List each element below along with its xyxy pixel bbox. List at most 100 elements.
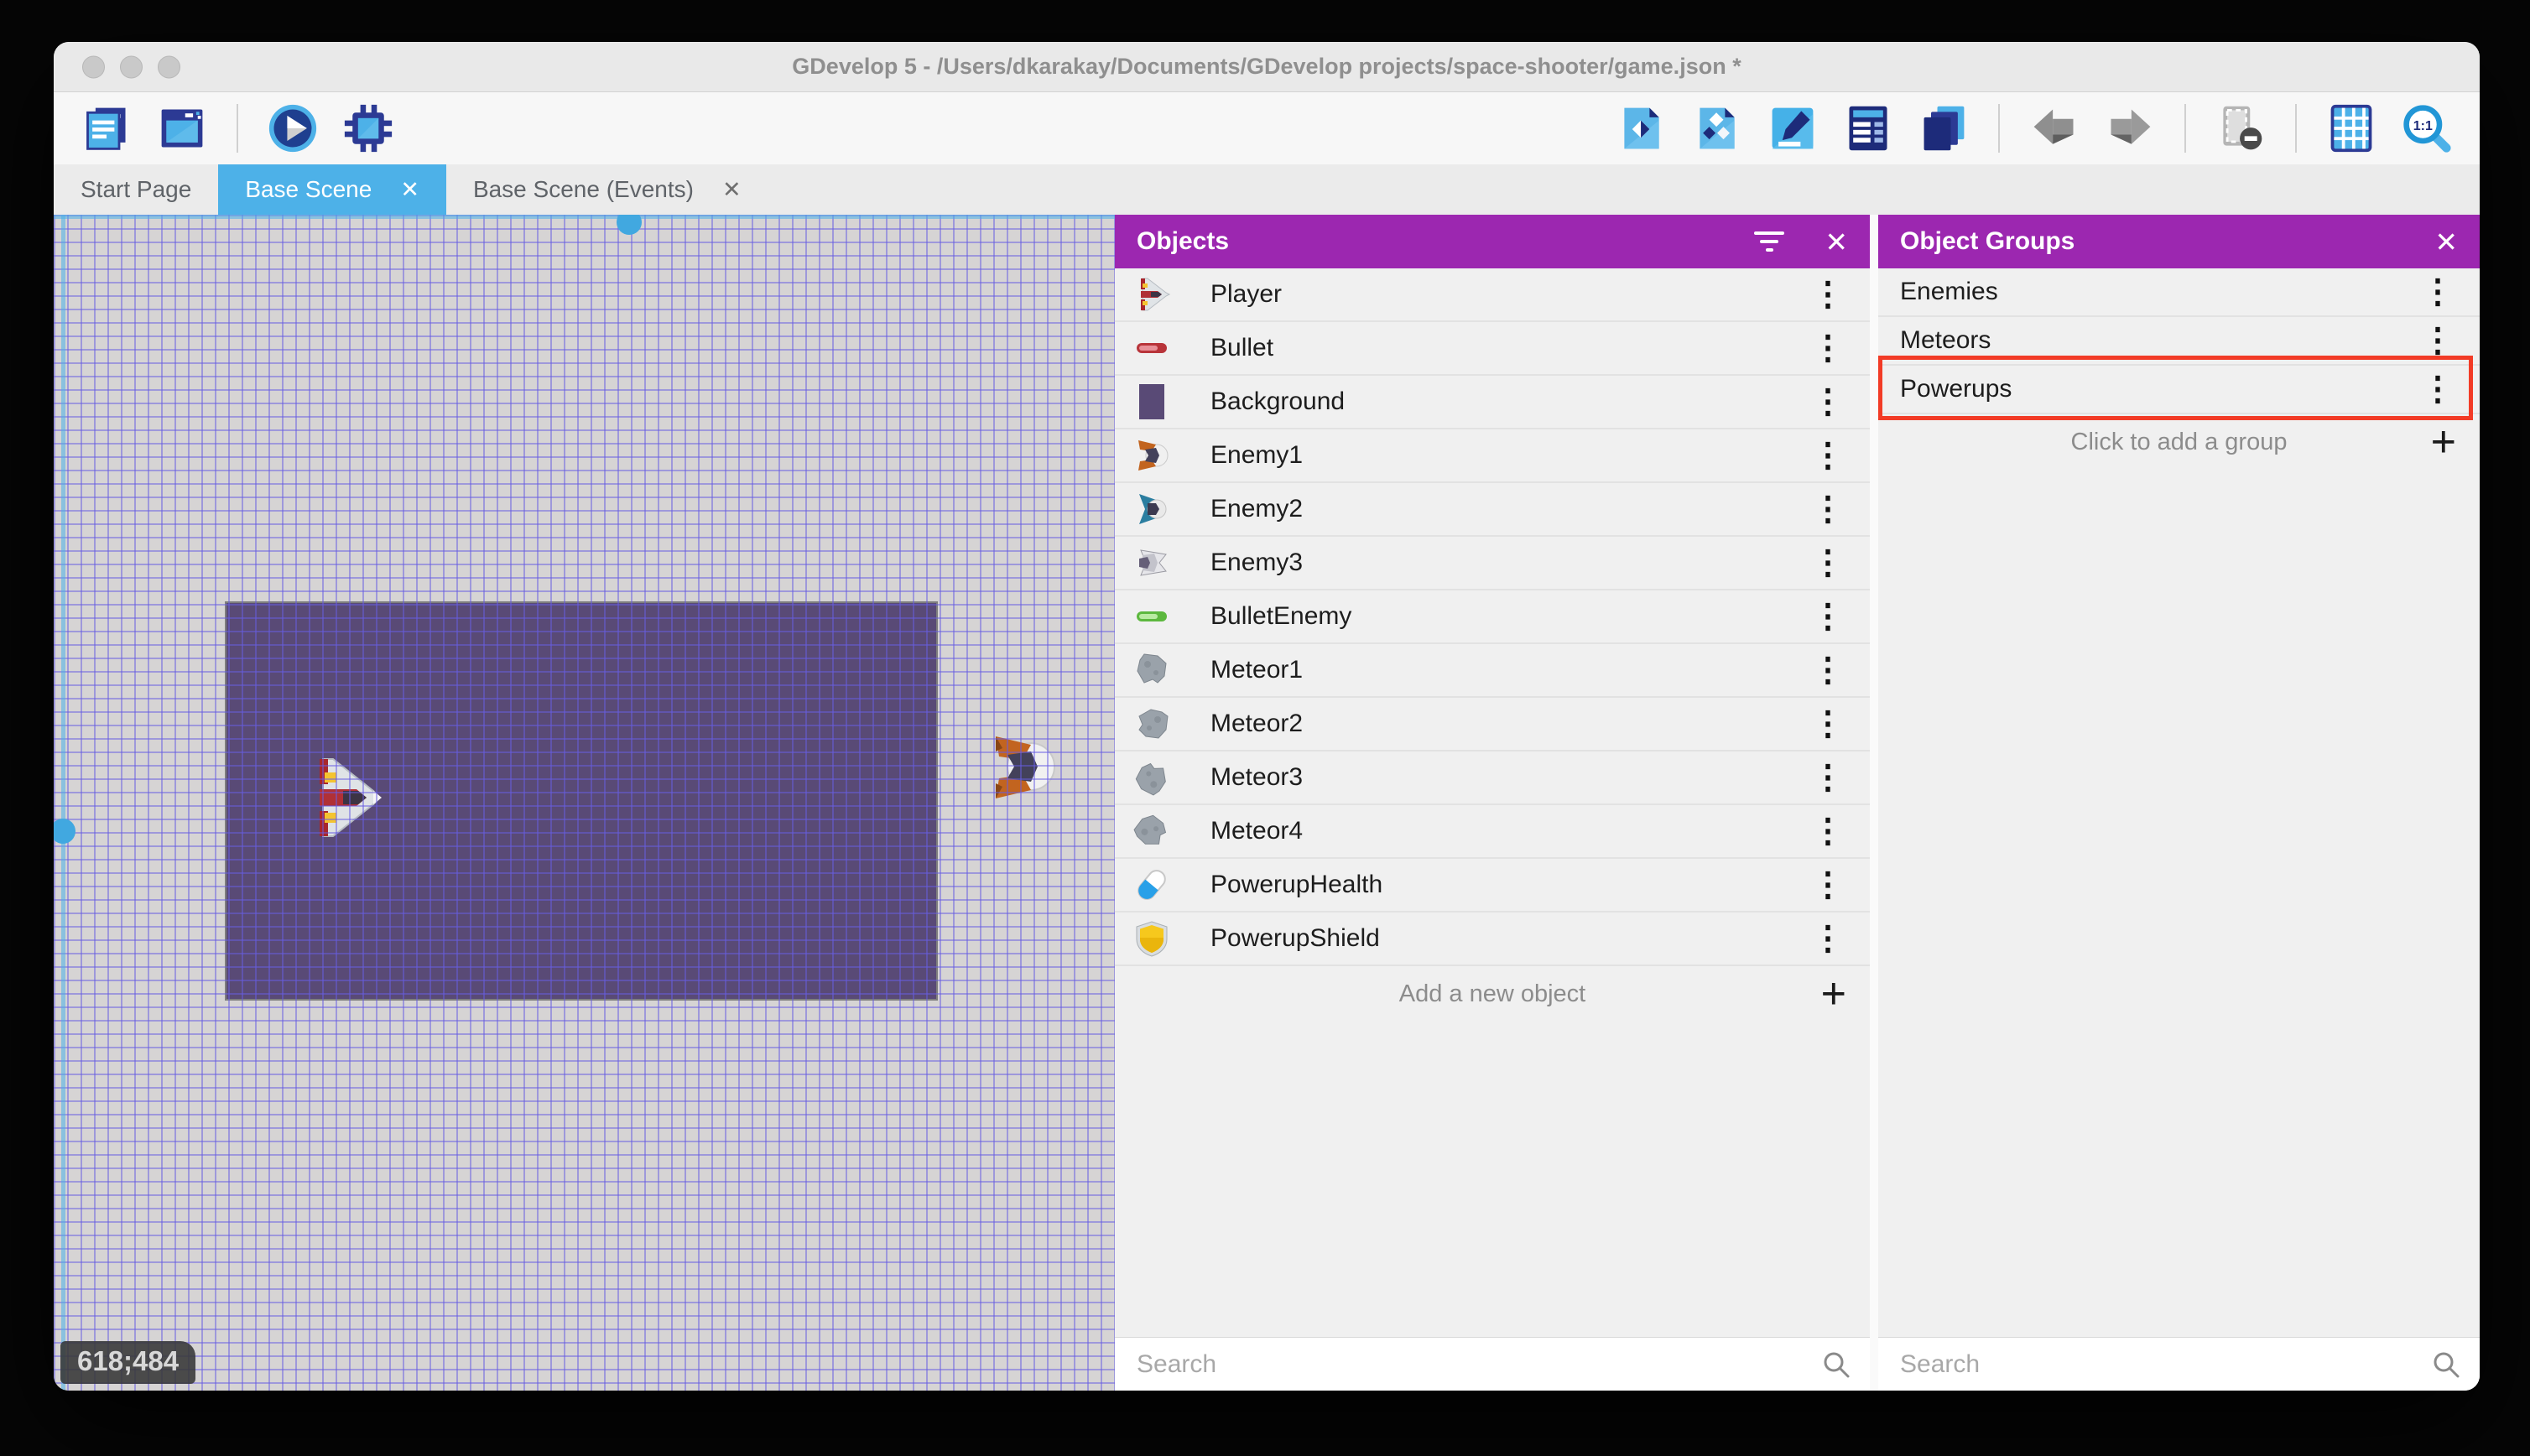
edit-scene-icon[interactable] [1765, 101, 1820, 156]
close-tab-icon[interactable]: ✕ [400, 177, 419, 203]
toolbar-divider [2295, 104, 2297, 153]
add-object-icon[interactable] [1614, 101, 1669, 156]
tab-label: Start Page [81, 176, 192, 202]
tabbar: Start Page Base Scene ✕ Base Scene (Even… [54, 164, 2480, 215]
add-object-button[interactable]: Add a new object + [1115, 966, 1870, 1022]
mask-icon[interactable] [2213, 101, 2268, 156]
search-icon [2431, 1349, 2461, 1380]
add-multiple-objects-icon[interactable] [1689, 101, 1745, 156]
object-name: Meteor2 [1210, 710, 1304, 737]
object-menu-dots-icon[interactable]: ⋮ [1803, 546, 1853, 580]
cursor-coordinates-badge: 618;484 [60, 1341, 196, 1384]
objects-panel-title: Objects [1137, 227, 1230, 255]
object-row-meteor4[interactable]: Meteor4 ⋮ [1115, 805, 1870, 859]
close-panel-icon[interactable]: ✕ [2434, 228, 2458, 256]
purple-rectangle-thumbnail [1132, 382, 1172, 422]
object-row-meteor3[interactable]: Meteor3 ⋮ [1115, 751, 1870, 805]
green-bullet-thumbnail [1132, 596, 1172, 637]
object-row-bulletenemy[interactable]: BulletEnemy ⋮ [1115, 590, 1870, 644]
group-menu-dots-icon[interactable]: ⋮ [2413, 275, 2463, 309]
object-menu-dots-icon[interactable]: ⋮ [1803, 707, 1853, 741]
close-panel-icon[interactable]: ✕ [1825, 228, 1848, 256]
object-row-enemy3[interactable]: Enemy3 ⋮ [1115, 537, 1870, 590]
layers-icon[interactable] [1916, 101, 1971, 156]
instances-list-icon[interactable] [1840, 101, 1896, 156]
object-row-poweruphealth[interactable]: PowerupHealth ⋮ [1115, 859, 1870, 913]
object-menu-dots-icon[interactable]: ⋮ [1803, 600, 1853, 633]
group-row-meteors[interactable]: Meteors ⋮ [1878, 317, 2480, 366]
grid-icon[interactable] [2324, 101, 2379, 156]
object-row-enemy2[interactable]: Enemy2 ⋮ [1115, 483, 1870, 537]
horizontal-scroll-thumb[interactable] [617, 215, 642, 235]
object-row-meteor1[interactable]: Meteor1 ⋮ [1115, 644, 1870, 698]
titlebar: GDevelop 5 - /Users/dkarakay/Documents/G… [54, 42, 2480, 92]
objects-panel-empty-area [1115, 1022, 1870, 1337]
objects-search-input[interactable] [1137, 1349, 1821, 1379]
toolbar-divider [2184, 104, 2186, 153]
object-menu-dots-icon[interactable]: ⋮ [1803, 492, 1853, 526]
object-row-background[interactable]: Background ⋮ [1115, 376, 1870, 429]
object-row-bullet[interactable]: Bullet ⋮ [1115, 322, 1870, 376]
groups-panel-header: Object Groups ✕ [1878, 215, 2480, 268]
search-icon [1821, 1349, 1851, 1380]
gray-enemy-ship-thumbnail [1132, 543, 1172, 583]
add-object-label: Add a new object [1398, 980, 1586, 1007]
toolbar-right-group: 1:1 [1614, 101, 2455, 156]
toolbar-divider [1998, 104, 2000, 153]
objects-search-bar [1115, 1337, 1870, 1391]
group-menu-dots-icon[interactable]: ⋮ [2413, 372, 2463, 406]
object-menu-dots-icon[interactable]: ⋮ [1803, 653, 1853, 687]
tab-label: Base Scene [245, 176, 372, 202]
scene-canvas[interactable]: 618;484 [54, 215, 1115, 1391]
meteor-rock-thumbnail [1132, 650, 1172, 690]
object-row-powerupshield[interactable]: PowerupShield ⋮ [1115, 913, 1870, 966]
close-tab-icon[interactable]: ✕ [722, 177, 742, 203]
undo-icon[interactable] [2027, 101, 2082, 156]
object-menu-dots-icon[interactable]: ⋮ [1803, 868, 1853, 902]
debug-icon[interactable] [341, 101, 396, 156]
object-row-player[interactable]: Player ⋮ [1115, 268, 1870, 322]
vertical-scroll-thumb[interactable] [54, 819, 75, 844]
player-ship-instance[interactable] [306, 756, 382, 840]
object-name: Meteor3 [1210, 763, 1304, 791]
object-name: Enemy1 [1210, 441, 1304, 469]
group-name: Meteors [1900, 326, 1991, 354]
red-bullet-thumbnail [1132, 328, 1172, 368]
object-menu-dots-icon[interactable]: ⋮ [1803, 814, 1853, 848]
object-row-meteor2[interactable]: Meteor2 ⋮ [1115, 698, 1870, 751]
object-menu-dots-icon[interactable]: ⋮ [1803, 278, 1853, 311]
player-ship-thumbnail [1132, 274, 1172, 315]
scene-window-icon[interactable] [154, 101, 210, 156]
tab-base-scene[interactable]: Base Scene ✕ [218, 164, 446, 215]
filter-icon[interactable] [1754, 231, 1785, 252]
object-menu-dots-icon[interactable]: ⋮ [1803, 922, 1853, 955]
group-row-enemies[interactable]: Enemies ⋮ [1878, 268, 2480, 317]
group-row-powerups[interactable]: Powerups ⋮ [1878, 356, 2480, 420]
tab-start-page[interactable]: Start Page [54, 164, 218, 215]
horizontal-scrollbar[interactable] [54, 215, 1115, 235]
play-icon[interactable] [265, 101, 320, 156]
enemy-ship-instance[interactable] [986, 731, 1056, 803]
zoom-1-1-icon[interactable]: 1:1 [2399, 101, 2455, 156]
object-name: BulletEnemy [1210, 602, 1352, 630]
object-menu-dots-icon[interactable]: ⋮ [1803, 439, 1853, 472]
object-menu-dots-icon[interactable]: ⋮ [1803, 385, 1853, 419]
tab-base-scene-events[interactable]: Base Scene (Events) ✕ [446, 164, 768, 215]
groups-search-input[interactable] [1900, 1349, 2431, 1379]
object-menu-dots-icon[interactable]: ⋮ [1803, 331, 1853, 365]
object-menu-dots-icon[interactable]: ⋮ [1803, 761, 1853, 794]
groups-list: Enemies ⋮ Meteors ⋮ Powerups ⋮ Click to … [1878, 268, 2480, 470]
redo-icon[interactable] [2102, 101, 2158, 156]
meteor-rock-thumbnail [1132, 811, 1172, 851]
object-name: PowerupShield [1210, 924, 1380, 952]
panel-divider[interactable] [1870, 215, 1878, 1391]
object-row-enemy1[interactable]: Enemy1 ⋮ [1115, 429, 1870, 483]
project-manager-icon[interactable] [79, 101, 134, 156]
object-name: Background [1210, 387, 1346, 415]
vertical-scrollbar[interactable] [54, 215, 75, 1391]
orange-enemy-ship-thumbnail [1132, 435, 1172, 476]
group-menu-dots-icon[interactable]: ⋮ [2413, 324, 2463, 357]
yellow-shield-thumbnail [1132, 918, 1172, 959]
toolbar-divider [237, 104, 238, 153]
add-group-button[interactable]: Click to add a group + [1878, 414, 2480, 470]
